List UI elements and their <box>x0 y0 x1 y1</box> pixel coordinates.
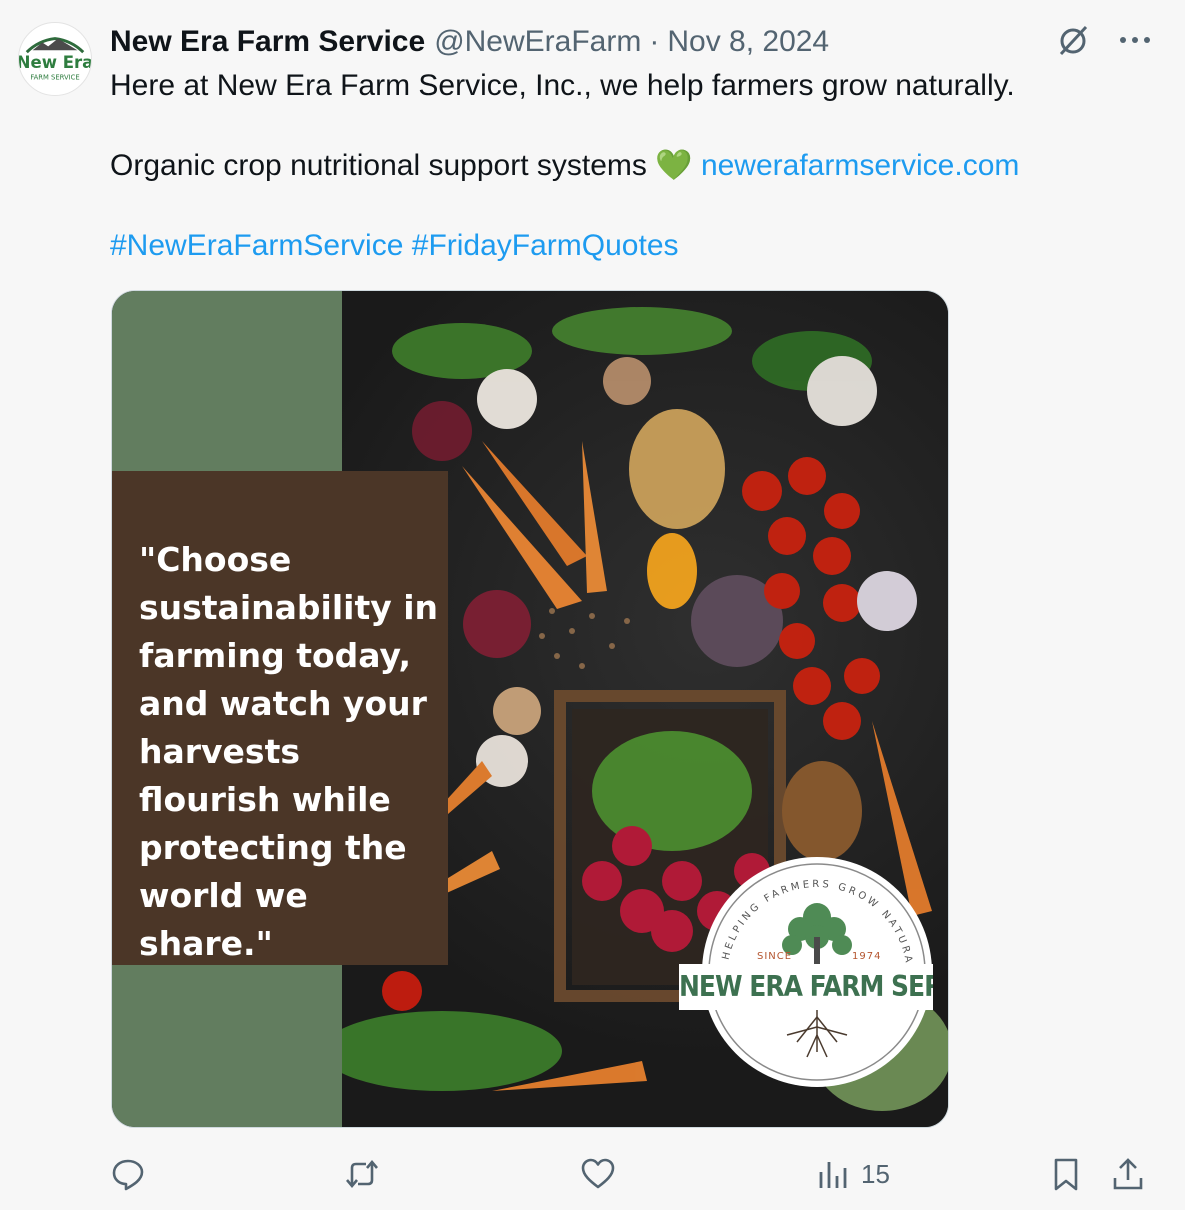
hashtag-neweraframservice[interactable]: #NewEraFarmService <box>110 229 403 262</box>
post-actions: 15 <box>110 1150 1150 1198</box>
post-line-1: Here at New Era Farm Service, Inc., we h… <box>110 69 1015 102</box>
grok-icon[interactable] <box>1053 20 1093 60</box>
post-header: New Era Farm Service @NewEraFarm · Nov 8… <box>110 22 829 62</box>
share-button[interactable] <box>1110 1150 1146 1198</box>
quote-text: "Choose sustainability in farming today,… <box>139 540 439 963</box>
heart-icon <box>581 1158 615 1189</box>
post-line-2-text: Organic crop nutritional support systems <box>110 149 656 182</box>
post-date[interactable]: Nov 8, 2024 <box>667 25 829 59</box>
green-heart-emoji: 💚 <box>655 149 693 182</box>
like-button[interactable] <box>580 1150 616 1198</box>
header-separator: · <box>649 25 660 58</box>
author-name[interactable]: New Era Farm Service <box>110 25 425 59</box>
share-icon <box>1113 1158 1143 1190</box>
post-top-actions <box>1053 20 1155 60</box>
reply-icon <box>112 1159 144 1191</box>
views-icon <box>819 1162 847 1188</box>
badge-title: NEW ERA FARM SERVICE <box>679 964 933 1010</box>
bookmark-icon <box>1054 1158 1078 1191</box>
avatar[interactable]: New Era FARM SERVICE <box>18 22 92 96</box>
repost-button[interactable] <box>344 1150 380 1198</box>
bookmark-button[interactable] <box>1048 1150 1084 1198</box>
badge-year: 1974 <box>852 951 881 962</box>
hashtag-fridayfarmquotes[interactable]: #FridayFarmQuotes <box>412 229 679 262</box>
badge-since: SINCE <box>757 951 792 962</box>
post-line-2: Organic crop nutritional support systems… <box>110 146 1150 186</box>
avatar-logo-text: New Era <box>19 53 91 72</box>
website-link[interactable]: newerafarmservice.com <box>701 149 1019 182</box>
avatar-logo-subtext: FARM SERVICE <box>30 73 79 81</box>
reply-button[interactable] <box>110 1150 146 1198</box>
views-button[interactable]: 15 <box>815 1150 890 1198</box>
post-image[interactable]: "Choose sustainability in farming today,… <box>111 290 949 1128</box>
views-count: 15 <box>861 1158 890 1189</box>
post-text: Here at New Era Farm Service, Inc., we h… <box>110 66 1150 266</box>
more-icon[interactable] <box>1115 20 1155 60</box>
author-handle[interactable]: @NewEraFarm <box>434 25 641 59</box>
repost-icon <box>346 1159 378 1189</box>
hashtags: #NewEraFarmService #FridayFarmQuotes <box>110 226 1150 266</box>
